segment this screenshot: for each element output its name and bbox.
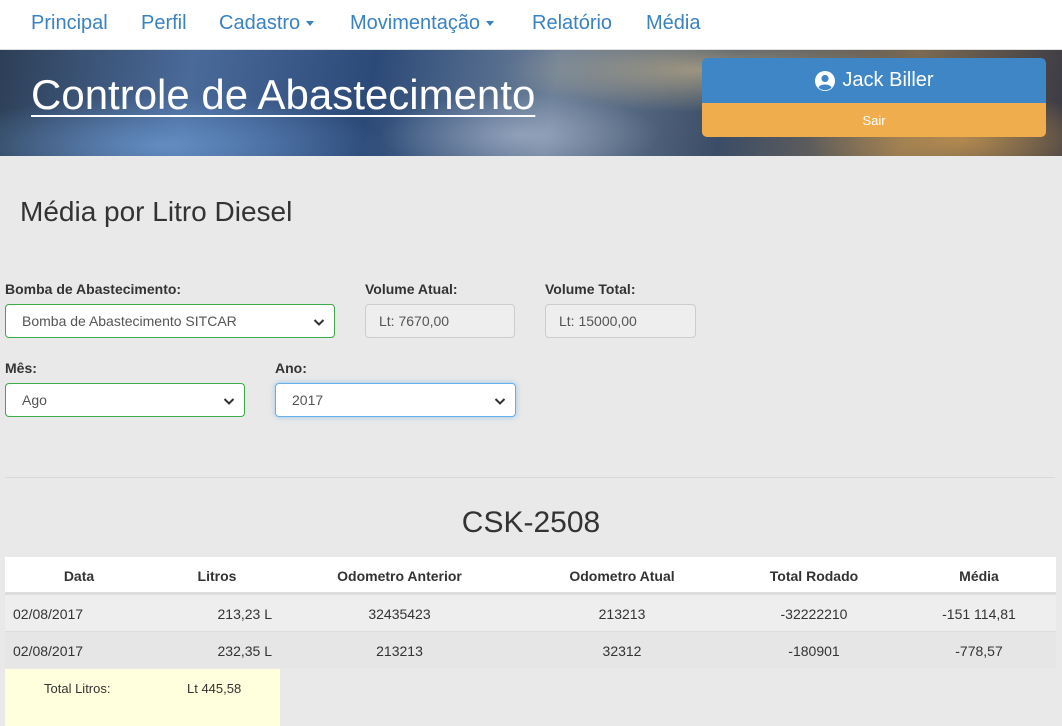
nav-label: Perfil [141, 12, 187, 34]
cell-odometro-anterior: 213213 [376, 642, 423, 659]
ano-select-value: 2017 [292, 392, 324, 408]
header-odometro-atual: Odometro Atual [569, 567, 675, 584]
main-content: Média por Litro Diesel Bomba de Abasteci… [0, 156, 1062, 726]
total-litros-value: Lt 445,58 [187, 681, 242, 696]
mes-select[interactable]: Ago [5, 383, 245, 417]
cell-media: -778,57 [955, 642, 1003, 659]
cell-litros: 213,23 L [217, 605, 273, 622]
table-header-row: Data Litros Odometro Anterior Odometro A… [5, 557, 1056, 594]
chevron-down-icon [494, 398, 506, 405]
nav-item-principal[interactable]: Principal [31, 12, 108, 35]
volume-total-value: Lt: 15000,00 [559, 313, 637, 329]
volume-atual-field: Lt: 7670,00 [365, 304, 515, 338]
nav-label: Movimentação [350, 12, 481, 34]
cell-total-rodado: -32222210 [780, 605, 848, 622]
cell-litros: 232,35 L [217, 642, 273, 659]
logout-label: Sair [862, 112, 886, 128]
total-litros-label: Total Litros: [44, 681, 111, 696]
caret-down-icon [486, 21, 495, 27]
header-data: Data [63, 567, 95, 584]
nav-item-cadastro[interactable]: Cadastro [219, 12, 315, 35]
mes-select-value: Ago [22, 392, 47, 408]
nav-item-relatorio[interactable]: Relatório [532, 12, 612, 35]
header-litros: Litros [197, 567, 237, 584]
table-row: 02/08/2017 232,35 L 213213 32312 -180901… [5, 631, 1056, 668]
bomba-label: Bomba de Abastecimento: [5, 281, 182, 297]
chevron-down-icon [223, 398, 235, 405]
header-odometro-anterior: Odometro Anterior [337, 567, 462, 584]
top-navbar: Principal Perfil Cadastro Movimentação R… [0, 0, 1062, 50]
section-divider [5, 477, 1055, 478]
cell-media: -151 114,81 [942, 605, 1016, 622]
cell-odometro-atual: 32312 [602, 642, 642, 659]
cell-data: 02/08/2017 [13, 642, 84, 659]
header-media: Média [959, 567, 999, 584]
caret-down-icon [306, 21, 315, 27]
bomba-select-value: Bomba de Abastecimento SITCAR [22, 313, 237, 329]
volume-atual-value: Lt: 7670,00 [379, 313, 450, 329]
cell-data: 02/08/2017 [13, 605, 84, 622]
nav-label: Principal [31, 12, 108, 34]
table-row: 02/08/2017 213,23 L 32435423 213213 -322… [5, 594, 1056, 631]
ano-select[interactable]: 2017 [275, 383, 516, 417]
nav-label: Média [646, 12, 701, 34]
page-title: Média por Litro Diesel [20, 196, 293, 227]
app-title-link[interactable]: Controle de Abastecimento [31, 71, 535, 119]
volume-atual-label: Volume Atual: [365, 281, 458, 297]
user-profile-button[interactable]: Jack Biller [702, 58, 1046, 103]
nav-item-media[interactable]: Média [646, 12, 700, 35]
mes-label: Mês: [5, 360, 37, 376]
header-total-rodado: Total Rodado [769, 567, 859, 584]
user-circle-icon [815, 70, 836, 91]
nav-label: Relatório [532, 12, 613, 34]
nav-item-perfil[interactable]: Perfil [141, 12, 187, 35]
ano-label: Ano: [275, 360, 307, 376]
media-table: Data Litros Odometro Anterior Odometro A… [5, 557, 1056, 668]
cell-total-rodado: -180901 [788, 642, 840, 659]
chevron-down-icon [313, 319, 325, 326]
user-name: Jack Biller [842, 69, 934, 91]
cell-odometro-atual: 213213 [598, 605, 646, 622]
total-litros-box: Total Litros: Lt 445,58 [5, 669, 280, 726]
volume-total-label: Volume Total: [545, 281, 636, 297]
nav-label: Cadastro [219, 12, 301, 34]
nav-item-movimentacao[interactable]: Movimentação [350, 12, 495, 35]
volume-total-field: Lt: 15000,00 [545, 304, 696, 338]
vehicle-plate-heading: CSK-2508 [461, 506, 601, 539]
bomba-select[interactable]: Bomba de Abastecimento SITCAR [5, 304, 335, 338]
logout-button[interactable]: Sair [702, 103, 1046, 137]
cell-odometro-anterior: 32435423 [368, 605, 431, 622]
